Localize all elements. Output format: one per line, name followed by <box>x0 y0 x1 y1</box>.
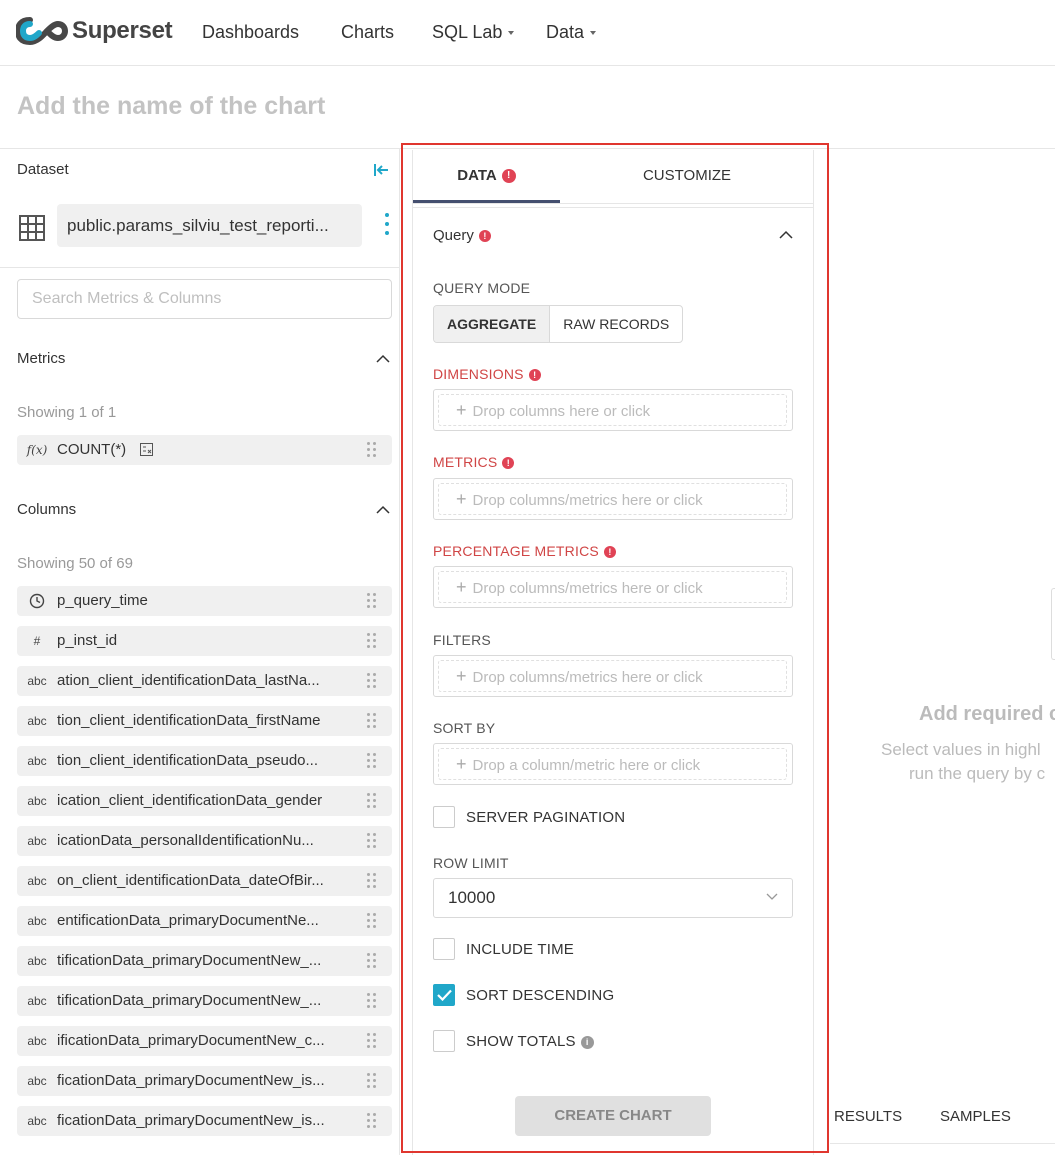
chevron-up-icon[interactable] <box>376 354 390 364</box>
column-item[interactable]: abc tion_client_identificationData_pseudo… <box>17 746 392 776</box>
column-item[interactable]: abc icationData_personalIdentificationNu.… <box>17 826 392 856</box>
column-item[interactable]: abc tificationData_primaryDocumentNew_... <box>17 946 392 976</box>
table-icon <box>19 215 45 241</box>
metric-item[interactable]: f(x) COUNT(*) <box>17 435 392 465</box>
superset-logo[interactable]: Superset <box>16 14 173 48</box>
results-tabs-divider <box>830 1143 1055 1144</box>
dataset-selector[interactable]: public.params_silviu_test_reporti... <box>57 204 362 247</box>
search-metrics-columns-input[interactable] <box>17 279 392 319</box>
columns-section-title[interactable]: Columns <box>17 501 76 518</box>
calculator-icon <box>140 443 154 456</box>
column-name: ficationData_primaryDocumentNew_is... <box>57 1072 325 1089</box>
top-navbar: Superset Dashboards Charts SQL Lab Data <box>0 0 1055 66</box>
drag-handle-icon[interactable] <box>367 713 377 729</box>
metric-name: COUNT(*) <box>57 441 347 459</box>
column-item[interactable]: abc ificationData_primaryDocumentNew_c... <box>17 1026 392 1056</box>
numeric-type-icon: # <box>33 634 41 648</box>
string-type-icon: abc <box>27 754 47 768</box>
string-type-icon: abc <box>27 1034 47 1048</box>
dataset-label: Dataset <box>17 161 69 178</box>
caret-down-icon <box>590 31 597 36</box>
nav-charts[interactable]: Charts <box>341 20 394 44</box>
column-item[interactable]: # p_inst_id <box>17 626 392 656</box>
column-name: p_inst_id <box>57 632 118 649</box>
chevron-up-icon[interactable] <box>376 505 390 515</box>
tab-results[interactable]: RESULTS <box>834 1108 902 1125</box>
metrics-count: Showing 1 of 1 <box>17 404 117 421</box>
string-type-icon: abc <box>27 994 47 1008</box>
tab-samples[interactable]: SAMPLES <box>940 1108 1011 1125</box>
drag-handle-icon[interactable] <box>367 633 377 649</box>
clock-icon <box>25 593 49 609</box>
nav-dashboards[interactable]: Dashboards <box>202 20 299 44</box>
nav-sql-lab-label: SQL Lab <box>432 22 503 42</box>
drag-handle-icon[interactable] <box>367 1033 377 1049</box>
column-item[interactable]: p_query_time <box>17 586 392 616</box>
string-type-icon: abc <box>27 834 47 848</box>
drag-handle-icon[interactable] <box>367 1113 377 1129</box>
nav-data[interactable]: Data <box>546 20 597 44</box>
column-name: icationData_personalIdentificationNu... <box>57 832 314 849</box>
string-type-icon: abc <box>27 1114 47 1128</box>
column-item[interactable]: abc tificationData_primaryDocumentNew_... <box>17 986 392 1016</box>
column-name: ficationData_primaryDocumentNew_is... <box>57 1112 325 1129</box>
column-name: p_query_time <box>57 592 148 609</box>
drag-handle-icon[interactable] <box>367 913 377 929</box>
empty-state-line1: Select values in highl <box>881 740 1041 759</box>
function-icon: f(x) <box>26 443 48 457</box>
column-name: tificationData_primaryDocumentNew_... <box>57 992 322 1009</box>
column-name: ificationData_primaryDocumentNew_c... <box>57 1032 325 1049</box>
column-item[interactable]: abc on_client_identificationData_dateOfBi… <box>17 866 392 896</box>
column-item[interactable]: abc tion_client_identificationData_firstN… <box>17 706 392 736</box>
superset-logo-icon <box>16 17 69 46</box>
chart-name-input[interactable]: Add the name of the chart <box>17 92 325 121</box>
column-name: ation_client_identificationData_lastNa..… <box>57 672 320 689</box>
drag-handle-icon[interactable] <box>367 442 377 458</box>
column-name: entificationData_primaryDocumentNe... <box>57 912 319 929</box>
column-name: ication_client_identificationData_gender <box>57 792 323 809</box>
empty-state-line2: run the query by c <box>909 764 1046 783</box>
column-name: tion_client_identificationData_pseudo... <box>57 752 319 769</box>
string-type-icon: abc <box>27 954 47 968</box>
nav-data-label: Data <box>546 22 585 42</box>
brand-name: Superset <box>72 17 173 44</box>
column-name: tificationData_primaryDocumentNew_... <box>57 952 322 969</box>
metric-label: COUNT(*) <box>57 441 127 458</box>
drag-handle-icon[interactable] <box>367 993 377 1009</box>
drag-handle-icon[interactable] <box>367 873 377 889</box>
column-item[interactable]: abc ficationData_primaryDocumentNew_is... <box>17 1106 392 1136</box>
drag-handle-icon[interactable] <box>367 593 377 609</box>
dataset-menu-icon[interactable] <box>380 213 394 239</box>
string-type-icon: abc <box>27 874 47 888</box>
column-name: tion_client_identificationData_firstName <box>57 712 321 729</box>
column-item[interactable]: abc entificationData_primaryDocumentNe... <box>17 906 392 936</box>
column-item[interactable]: abc ication_client_identificationData_gen… <box>17 786 392 816</box>
metrics-section-title[interactable]: Metrics <box>17 350 65 367</box>
panel-divider <box>0 267 400 268</box>
column-item[interactable]: abc ficationData_primaryDocumentNew_is... <box>17 1066 392 1096</box>
column-item[interactable]: abc ation_client_identificationData_lastN… <box>17 666 392 696</box>
chart-edge-control[interactable] <box>1051 588 1055 660</box>
drag-handle-icon[interactable] <box>367 953 377 969</box>
string-type-icon: abc <box>27 794 47 808</box>
nav-sql-lab[interactable]: SQL Lab <box>432 20 515 44</box>
columns-count: Showing 50 of 69 <box>17 555 133 572</box>
collapse-left-icon[interactable] <box>372 161 390 179</box>
string-type-icon: abc <box>27 674 47 688</box>
string-type-icon: abc <box>27 914 47 928</box>
string-type-icon: abc <box>27 714 47 728</box>
drag-handle-icon[interactable] <box>367 673 377 689</box>
string-type-icon: abc <box>27 1074 47 1088</box>
column-name: on_client_identificationData_dateOfBir..… <box>57 872 324 889</box>
drag-handle-icon[interactable] <box>367 793 377 809</box>
drag-handle-icon[interactable] <box>367 753 377 769</box>
drag-handle-icon[interactable] <box>367 833 377 849</box>
caret-down-icon <box>508 31 515 36</box>
dataset-panel: Dataset public.params_silviu_test_report… <box>0 149 400 1155</box>
empty-state-title: Add required c <box>919 703 1055 725</box>
highlight-box <box>401 143 829 1153</box>
drag-handle-icon[interactable] <box>367 1073 377 1089</box>
